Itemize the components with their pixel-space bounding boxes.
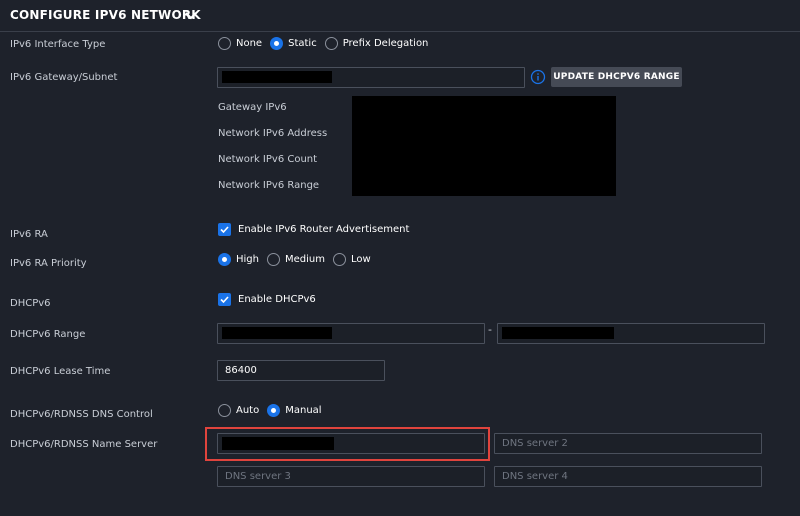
dns-control-label: DHCPv6/RDNSS DNS Control: [10, 409, 153, 420]
gateway-subnet-label: IPv6 Gateway/Subnet: [10, 72, 118, 83]
enable-dhcpv6-label: Enable DHCPv6: [238, 294, 316, 305]
radio-low-label: Low: [350, 254, 371, 265]
checkbox-checked-icon[interactable]: [218, 293, 231, 306]
redacted-network-details: [352, 96, 616, 196]
range-separator: -: [488, 323, 492, 336]
radio-medium-label: Medium: [284, 254, 325, 265]
network-ipv6-count-label: Network IPv6 Count: [218, 154, 318, 165]
dns-control-radio-group: Auto Manual: [218, 404, 330, 417]
radio-manual-indicator[interactable]: [267, 404, 281, 417]
radio-low[interactable]: Low: [332, 253, 371, 266]
radio-static[interactable]: Static: [270, 37, 317, 50]
ipv6-ra-label: IPv6 RA: [10, 229, 48, 240]
radio-auto-label: Auto: [236, 405, 260, 416]
radio-high[interactable]: High: [218, 253, 259, 266]
radio-manual-label: Manual: [285, 405, 322, 416]
network-ipv6-range-label: Network IPv6 Range: [218, 180, 320, 191]
info-icon[interactable]: [530, 69, 546, 85]
dhcpv6-range-label: DHCPv6 Range: [10, 329, 86, 340]
dns-server-3-placeholder: DNS server 3: [225, 471, 291, 482]
section-title: CONFIGURE IPV6 NETWORK: [10, 8, 201, 22]
lease-time-label: DHCPv6 Lease Time: [10, 366, 111, 377]
radio-auto[interactable]: Auto: [218, 404, 259, 417]
radio-medium[interactable]: Medium: [266, 253, 325, 266]
dns-server-2-input[interactable]: DNS server 2: [494, 433, 762, 454]
radio-none-label: None: [236, 38, 263, 49]
radio-high-label: High: [236, 254, 259, 265]
dns-server-3-input[interactable]: DNS server 3: [217, 466, 485, 487]
interface-type-radio-group: None Static Prefix Delegation: [218, 37, 436, 50]
radio-none[interactable]: None: [218, 37, 262, 50]
highlight-annotation: [205, 427, 490, 461]
redacted-range-end: [502, 327, 614, 339]
radio-prefix-delegation[interactable]: Prefix Delegation: [324, 37, 429, 50]
radio-prefix-delegation-indicator[interactable]: [324, 37, 338, 50]
ra-priority-label: IPv6 RA Priority: [10, 258, 87, 269]
dhcpv6-label: DHCPv6: [10, 298, 51, 309]
ra-priority-radio-group: High Medium Low: [218, 253, 379, 266]
radio-manual[interactable]: Manual: [267, 404, 322, 417]
redacted-range-start: [222, 327, 332, 339]
radio-high-indicator[interactable]: [218, 253, 231, 266]
redacted-gateway-value: [222, 71, 332, 83]
chevron-down-icon[interactable]: [184, 8, 198, 22]
radio-prefix-delegation-label: Prefix Delegation: [342, 38, 429, 49]
radio-low-indicator[interactable]: [332, 253, 346, 266]
radio-static-label: Static: [288, 38, 317, 49]
dns-server-2-placeholder: DNS server 2: [502, 438, 568, 449]
interface-type-label: IPv6 Interface Type: [10, 39, 106, 50]
enable-dhcpv6-checkbox[interactable]: Enable DHCPv6: [218, 293, 316, 306]
enable-router-advertisement-checkbox[interactable]: Enable IPv6 Router Advertisement: [218, 223, 409, 236]
radio-medium-indicator[interactable]: [266, 253, 280, 266]
gateway-ipv6-label: Gateway IPv6: [218, 102, 287, 113]
radio-none-indicator[interactable]: [218, 37, 231, 50]
checkbox-checked-icon[interactable]: [218, 223, 231, 236]
dns-server-4-placeholder: DNS server 4: [502, 471, 568, 482]
lease-time-input[interactable]: 86400: [217, 360, 385, 381]
name-server-label: DHCPv6/RDNSS Name Server: [10, 439, 158, 450]
radio-auto-indicator[interactable]: [218, 404, 231, 417]
network-ipv6-address-label: Network IPv6 Address: [218, 128, 328, 139]
update-dhcpv6-range-button[interactable]: UPDATE DHCPV6 RANGE: [551, 67, 682, 87]
section-header[interactable]: CONFIGURE IPV6 NETWORK: [0, 0, 800, 32]
dns-server-4-input[interactable]: DNS server 4: [494, 466, 762, 487]
enable-router-advertisement-label: Enable IPv6 Router Advertisement: [238, 224, 410, 235]
radio-static-indicator[interactable]: [270, 37, 284, 50]
lease-time-value: 86400: [225, 365, 257, 376]
